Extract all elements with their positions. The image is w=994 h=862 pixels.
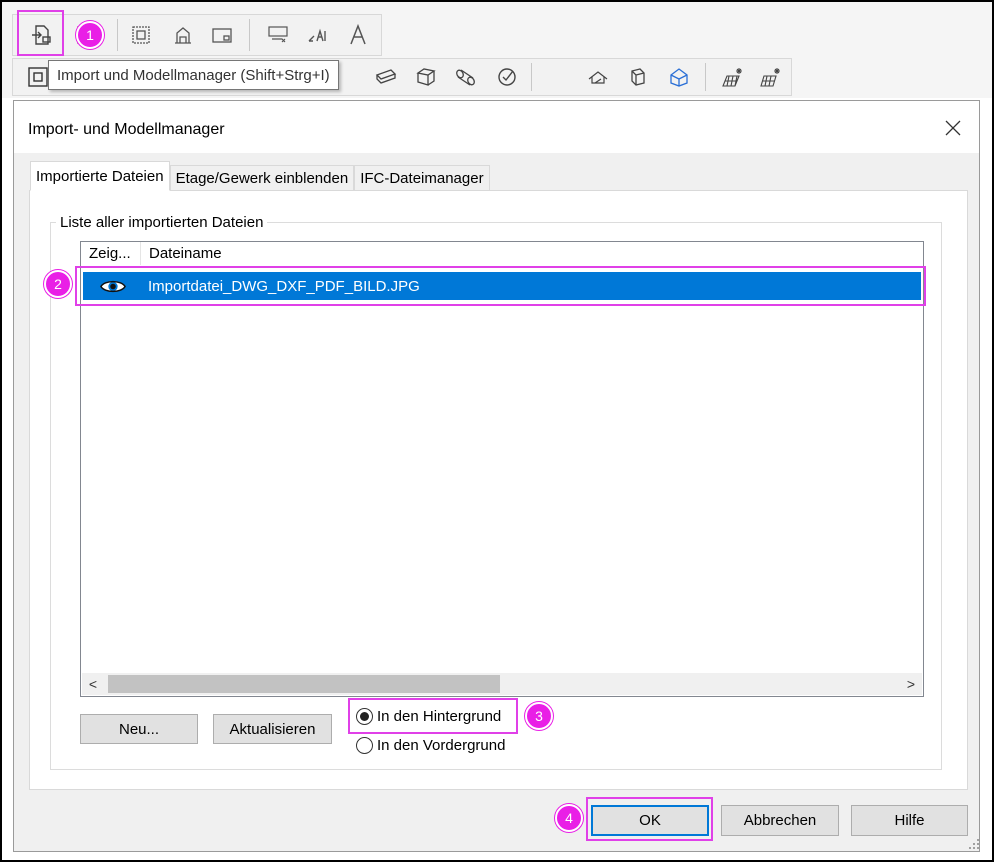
- scroll-left-arrow[interactable]: <: [82, 673, 104, 695]
- radio-highlight: [348, 698, 518, 734]
- list-header: Zeig... Dateiname: [81, 242, 923, 265]
- tab-strip: Importierte Dateien Etage/Gewerk einblen…: [30, 161, 490, 191]
- radio-foreground[interactable]: In den Vordergrund: [356, 737, 505, 754]
- help-button[interactable]: Hilfe: [851, 805, 968, 836]
- cancel-button[interactable]: Abbrechen: [721, 805, 839, 836]
- refresh-button[interactable]: Aktualisieren: [213, 714, 332, 744]
- radio-foreground-label: In den Vordergrund: [377, 737, 506, 754]
- column-header-visible[interactable]: Zeig...: [81, 242, 141, 265]
- floor-plan-icon[interactable]: [170, 22, 196, 48]
- copy-frame-icon[interactable]: [128, 22, 154, 48]
- cube-icon[interactable]: [625, 64, 651, 90]
- cylinder-icon[interactable]: [453, 64, 479, 90]
- close-icon[interactable]: [941, 116, 965, 140]
- scrollbar-thumb[interactable]: [108, 675, 500, 693]
- tab-imported-files[interactable]: Importierte Dateien: [30, 161, 170, 191]
- tab-floor-trade[interactable]: Etage/Gewerk einblenden: [169, 165, 355, 191]
- tooltip: Import und Modellmanager (Shift+Strg+I): [48, 60, 339, 90]
- toolbar-separator: [117, 19, 118, 51]
- number-icon[interactable]: [265, 22, 291, 48]
- beam-icon[interactable]: [373, 64, 399, 90]
- step-badge-1: 1: [76, 21, 104, 49]
- box-icon[interactable]: [413, 64, 439, 90]
- grid-star-2-icon[interactable]: [757, 64, 783, 90]
- new-button[interactable]: Neu...: [80, 714, 198, 744]
- cut-icon[interactable]: [666, 64, 692, 90]
- scroll-right-arrow[interactable]: >: [900, 673, 922, 695]
- check-icon[interactable]: [494, 64, 520, 90]
- tab-ifc-file-manager[interactable]: IFC-Dateimanager: [354, 165, 490, 191]
- step-badge-3: 3: [525, 702, 553, 730]
- groupbox-label: Liste aller importierten Dateien: [56, 214, 268, 231]
- grid-star-icon[interactable]: [719, 64, 745, 90]
- toolbar-separator: [531, 63, 532, 91]
- dialog-title: Import- und Modellmanager: [28, 121, 225, 138]
- toolbar-separator: [705, 63, 706, 91]
- import-button-highlight: [17, 10, 64, 56]
- horizontal-scrollbar[interactable]: < >: [82, 673, 922, 695]
- roof-icon[interactable]: [585, 64, 611, 90]
- radio-foreground-circle[interactable]: [356, 737, 373, 754]
- step-badge-2: 2: [44, 270, 72, 298]
- step-badge-4: 4: [555, 804, 583, 832]
- imported-files-list[interactable]: Zeig... Dateiname Importdatei_DWG_DXF_PD…: [80, 241, 924, 697]
- toolbar-row-1: [12, 14, 382, 56]
- column-header-filename[interactable]: Dateiname: [141, 242, 341, 265]
- dialog-titlebar: Import- und Modellmanager: [14, 101, 979, 153]
- resize-grip-icon[interactable]: [968, 838, 980, 850]
- toolbar-separator: [249, 19, 250, 51]
- text-icon[interactable]: [345, 22, 371, 48]
- dimension-text-icon[interactable]: [305, 22, 331, 48]
- frame-icon[interactable]: [209, 22, 235, 48]
- ok-button-highlight: [586, 797, 713, 841]
- selected-row-highlight: [75, 266, 926, 306]
